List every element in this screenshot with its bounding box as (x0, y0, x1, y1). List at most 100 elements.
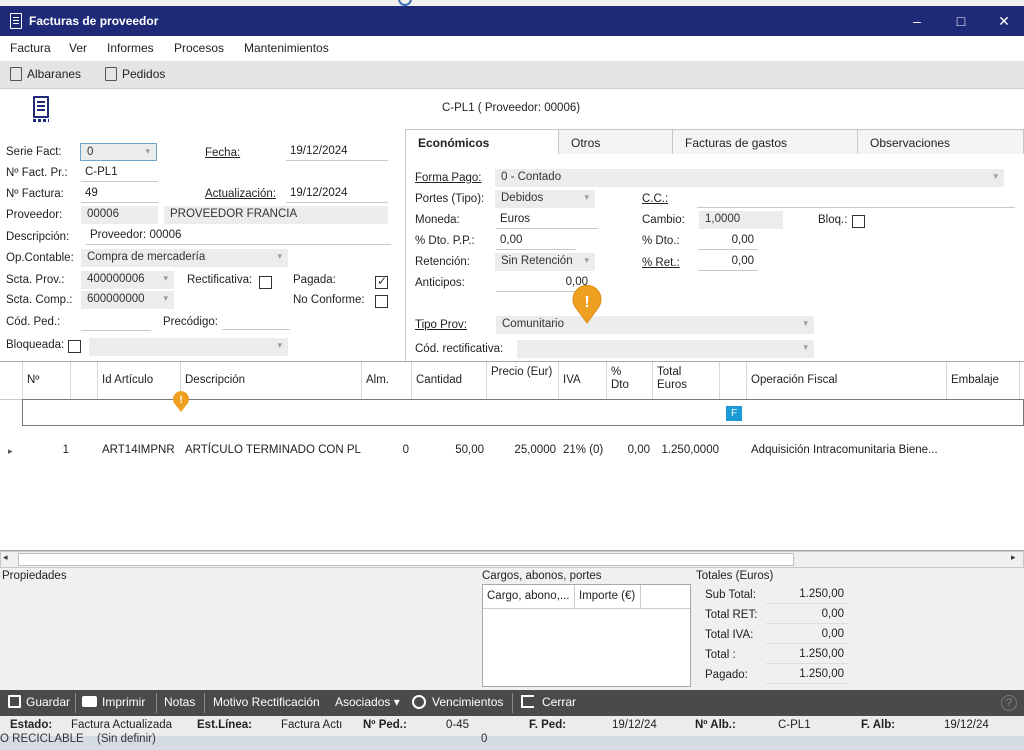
menu-informes[interactable]: Informes (107, 41, 154, 55)
tab-observaciones[interactable]: Observaciones (857, 129, 1024, 155)
separator (204, 693, 205, 713)
sctaprov-select[interactable]: 400000006 (81, 271, 174, 289)
sctaprov-label: Scta. Prov.: (6, 274, 65, 286)
row-total[interactable]: 1.250,0000 (653, 438, 719, 464)
row-id[interactable]: ART14IMPNR (102, 438, 181, 464)
tab-facturas-gastos[interactable]: Facturas de gastos (672, 129, 858, 155)
menu-procesos[interactable]: Procesos (174, 41, 224, 55)
ret-label[interactable]: % Ret.: (642, 257, 680, 269)
subtotal-label: Sub Total: (705, 589, 756, 601)
bloqueada-select[interactable] (89, 338, 288, 356)
grid-header-id[interactable]: Id Artículo (98, 362, 181, 400)
actualizacion-label[interactable]: Actualización: (205, 188, 276, 200)
vencimientos-button[interactable]: Vencimientos (412, 695, 503, 709)
portes-select[interactable]: Debidos (495, 190, 595, 208)
row-precio[interactable]: 25,0000 (487, 438, 556, 464)
albaranes-button[interactable]: Albaranes (10, 67, 81, 81)
actualizacion-field[interactable]: 19/12/2024 (286, 185, 388, 203)
proveedor-code-field[interactable]: 00006 (81, 206, 158, 224)
moneda-field[interactable]: Euros (496, 211, 598, 229)
cc-label[interactable]: C.C.: (642, 193, 668, 205)
grid-header-cant[interactable]: Cantidad (412, 362, 487, 400)
tab-otros[interactable]: Otros (558, 129, 673, 155)
grid-header-dto[interactable]: % Dto (607, 362, 653, 400)
bloqueada-checkbox[interactable] (68, 340, 81, 353)
tab-economicos[interactable]: Económicos (405, 129, 559, 155)
row-n[interactable]: 1 (23, 438, 69, 464)
formapago-label[interactable]: Forma Pago: (415, 172, 481, 184)
grid-header-n[interactable]: Nº (23, 362, 71, 400)
ret-field[interactable]: 0,00 (698, 253, 758, 271)
tipoprov-select[interactable]: Comunitario (496, 316, 814, 334)
nped-value: 0-45 (446, 719, 470, 731)
row-alm[interactable]: 0 (362, 438, 409, 464)
proveedor-name-field: PROVEEDOR FRANCIA (164, 206, 388, 224)
menu-mantenimientos[interactable]: Mantenimientos (244, 41, 329, 55)
row-cant[interactable]: 50,00 (412, 438, 484, 464)
scrollbar-thumb[interactable] (18, 553, 794, 566)
nfactpr-label: Nº Fact. Pr.: (6, 167, 68, 179)
cerrar-button[interactable]: Cerrar (521, 695, 576, 709)
descripcion-field[interactable]: Proveedor: 00006 (86, 227, 391, 245)
cargos-col-blank (641, 585, 690, 609)
codped-field[interactable] (81, 313, 151, 331)
noconforme-checkbox[interactable] (375, 295, 388, 308)
formapago-select[interactable]: 0 - Contado (495, 169, 1004, 187)
retencion-select[interactable]: Sin Retención (495, 253, 595, 271)
dto-field[interactable]: 0,00 (698, 232, 758, 250)
separator (75, 693, 76, 713)
menu-factura[interactable]: Factura (10, 41, 51, 55)
bloqueada-label: Bloqueada: (6, 339, 65, 351)
globe-icon (412, 695, 426, 709)
asociados-button[interactable]: Asociados ▾ (335, 695, 400, 709)
rectificativa-checkbox[interactable] (259, 276, 272, 289)
cargos-col-concepto[interactable]: Cargo, abono,... (483, 585, 575, 609)
minimize-button[interactable]: – (897, 10, 937, 32)
codrect-select[interactable] (517, 340, 814, 358)
guardar-button[interactable]: Guardar (8, 695, 70, 709)
precodigo-field[interactable] (222, 312, 290, 330)
cc-field[interactable] (697, 190, 1015, 208)
grid-header-total[interactable]: Total Euros (653, 362, 720, 400)
grid-header-opfiscal[interactable]: Operación Fiscal (747, 362, 947, 400)
imprimir-button[interactable]: Imprimir (82, 695, 145, 709)
row-dto[interactable]: 0,00 (607, 438, 650, 464)
help-icon[interactable]: ? (1001, 695, 1017, 711)
motivo-rectificacion-button[interactable]: Motivo Rectificación (213, 695, 320, 709)
close-button[interactable]: ✕ (984, 10, 1024, 32)
scroll-left-icon[interactable]: ◂ (3, 552, 8, 563)
scroll-right-icon[interactable]: ▸ (1011, 552, 1016, 563)
falb-value: 19/12/24 (944, 719, 989, 731)
pagada-checkbox[interactable] (375, 274, 388, 289)
sctacomp-select[interactable]: 600000000 (81, 291, 174, 309)
row-iva[interactable]: 21% (0) (563, 438, 607, 464)
opcontable-select[interactable]: Compra de mercadería (81, 249, 288, 267)
grid-header-desc[interactable]: Descripción (181, 362, 362, 400)
dtopp-field[interactable]: 0,00 (496, 232, 576, 250)
save-icon (8, 695, 21, 708)
table-row-cells: ▸ 1 ART14IMPNR ARTÍCULO TERMINADO CON PL… (0, 400, 1024, 456)
propiedades-label: Propiedades (2, 570, 67, 582)
serie-select[interactable]: 0 (80, 143, 157, 161)
grid-header-embalaje[interactable]: Embalaje (947, 362, 1020, 400)
cambio-label: Cambio: (642, 214, 685, 226)
row-desc[interactable]: ARTÍCULO TERMINADO CON PL... (185, 438, 361, 464)
menu-ver[interactable]: Ver (69, 41, 87, 55)
tipoprov-label[interactable]: Tipo Prov: (415, 319, 467, 331)
fecha-label[interactable]: Fecha: (205, 147, 240, 159)
maximize-button[interactable]: □ (941, 10, 981, 32)
fecha-field[interactable]: 19/12/2024 (286, 143, 388, 161)
grid-header-iva[interactable]: IVA (559, 362, 607, 400)
svg-text:!: ! (584, 294, 589, 311)
grid-header-alm[interactable]: Alm. (362, 362, 412, 400)
cambio-field: 1,0000 (699, 211, 783, 229)
cargos-col-importe[interactable]: Importe (€) (575, 585, 641, 609)
nfactura-field[interactable]: 49 (81, 185, 158, 203)
row-opfiscal[interactable]: Adquisición Intracomunitaria Biene... (751, 438, 944, 464)
pedidos-button[interactable]: Pedidos (105, 67, 165, 81)
bloq-checkbox[interactable] (852, 215, 865, 228)
notas-button[interactable]: Notas (164, 695, 195, 709)
nfactpr-field[interactable]: C-PL1 (81, 164, 158, 182)
grid-header-precio[interactable]: Precio (Eur) (487, 362, 559, 400)
background-window-row: O RECICLABLE (Sin definir) 0 (0, 733, 1024, 750)
